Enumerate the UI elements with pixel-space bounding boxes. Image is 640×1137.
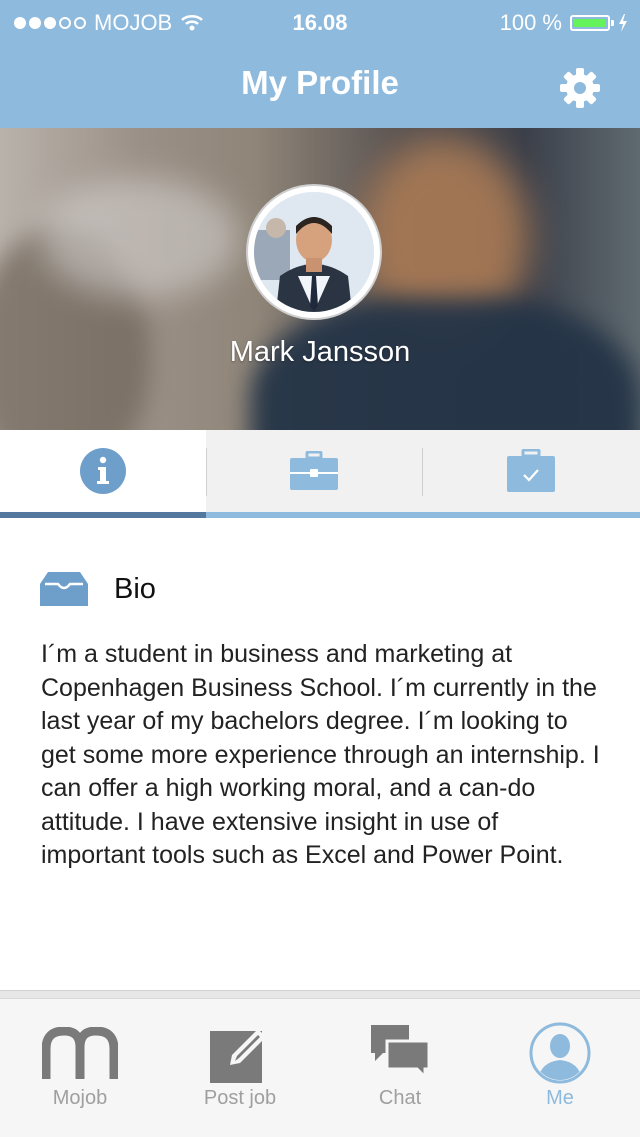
tab-tasks[interactable] — [422, 430, 640, 512]
chat-bubbles-icon — [371, 1025, 431, 1081]
profile-tabs — [0, 430, 640, 518]
status-bar: MOJOB 16.08 100 % — [0, 0, 640, 44]
tabbar-label: Chat — [378, 1087, 422, 1109]
bio-header: Bio — [40, 572, 156, 606]
inbox-tray-icon — [40, 572, 88, 606]
page-title: My Profile — [241, 64, 399, 101]
tabbar-item-post-job[interactable]: Post job — [160, 999, 320, 1137]
profile-name: Mark Jansson — [229, 336, 411, 368]
avatar[interactable] — [248, 186, 380, 318]
tab-work[interactable] — [206, 430, 422, 512]
app-header: MOJOB 16.08 100 % My Profile — [0, 0, 640, 128]
tabbar-item-mojob[interactable]: Mojob — [0, 999, 160, 1137]
edit-icon — [210, 1029, 266, 1083]
tabbar-item-chat[interactable]: Chat — [320, 999, 480, 1137]
tab-info[interactable] — [0, 430, 206, 512]
bio-text: I´m a student in business and marketing … — [41, 640, 600, 869]
tabbar-label: Me — [546, 1087, 574, 1109]
bio-section: Bio I´m a student in business and market… — [0, 518, 640, 990]
briefcase-icon — [290, 451, 338, 490]
battery-icon — [570, 15, 614, 31]
battery-area: 100 % — [500, 10, 628, 36]
tabbar-label: Mojob — [52, 1087, 108, 1109]
info-icon — [80, 448, 126, 494]
tabbar-item-me[interactable]: Me — [480, 999, 640, 1137]
checked-clipboard-icon — [507, 449, 555, 492]
charging-icon — [619, 14, 627, 32]
profile-cover: Mark Jansson — [0, 128, 640, 430]
user-icon — [529, 1022, 591, 1084]
battery-percentage: 100 % — [499, 10, 562, 35]
gear-icon[interactable] — [558, 66, 602, 110]
mojob-logo-icon — [42, 1027, 118, 1079]
profile-photo — [254, 192, 374, 312]
tabbar-label: Post job — [203, 1087, 277, 1109]
bottom-tab-bar: Mojob Post job Chat Me — [0, 998, 640, 1137]
bio-title: Bio — [114, 572, 156, 605]
